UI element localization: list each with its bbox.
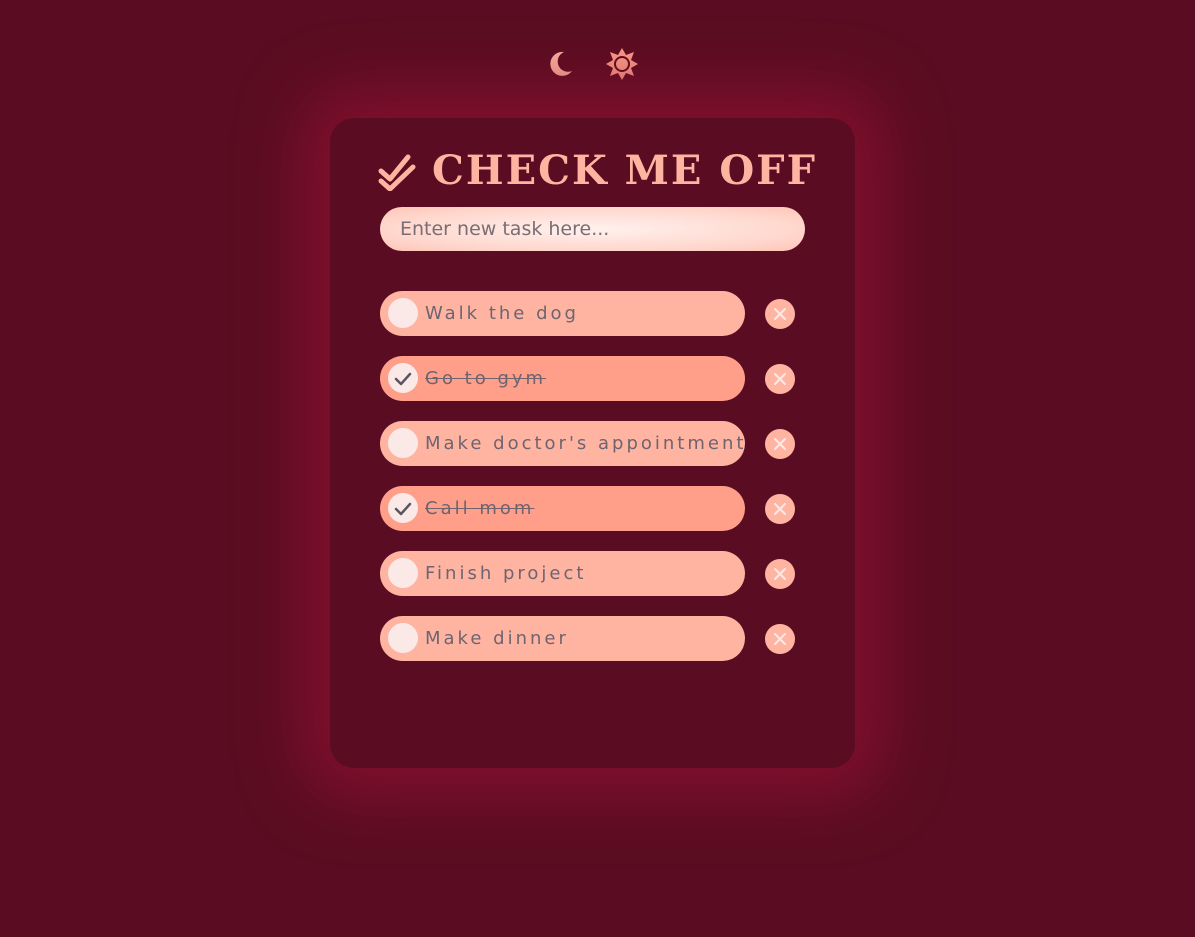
sun-icon <box>606 48 638 80</box>
delete-task-button[interactable] <box>765 494 795 524</box>
task-item: Go to gym <box>380 356 800 401</box>
app-page: CHECK ME OFF Walk the dog Go to gym Make d… <box>0 0 1195 937</box>
task-item: Call mom <box>380 486 800 531</box>
delete-task-button[interactable] <box>765 299 795 329</box>
task-toggle[interactable]: Go to gym <box>380 356 745 401</box>
task-item: Make dinner <box>380 616 800 661</box>
delete-task-button[interactable] <box>765 559 795 589</box>
close-icon <box>774 568 786 580</box>
moon-icon <box>550 51 572 76</box>
new-task-input[interactable] <box>380 207 805 251</box>
task-checkbox[interactable] <box>388 298 418 328</box>
task-toggle[interactable]: Call mom <box>380 486 745 531</box>
close-icon <box>774 503 786 515</box>
task-label: Make dinner <box>425 628 569 649</box>
task-toggle[interactable]: Walk the dog <box>380 291 745 336</box>
task-checkbox[interactable] <box>388 363 418 393</box>
close-icon <box>774 633 786 645</box>
task-item: Walk the dog <box>380 291 800 336</box>
task-label: Call mom <box>425 498 535 519</box>
task-item: Make doctor's appointment <box>380 421 800 466</box>
close-icon <box>774 373 786 385</box>
check-icon <box>394 372 412 386</box>
app-header: CHECK ME OFF <box>378 146 817 196</box>
task-item: Finish project <box>380 551 800 596</box>
delete-task-button[interactable] <box>765 429 795 459</box>
task-label: Walk the dog <box>425 303 579 324</box>
close-icon <box>774 308 786 320</box>
todo-card: CHECK ME OFF Walk the dog Go to gym Make d… <box>330 118 855 768</box>
task-checkbox[interactable] <box>388 493 418 523</box>
dark-mode-button[interactable] <box>542 46 578 82</box>
task-toggle[interactable]: Finish project <box>380 551 745 596</box>
close-icon <box>774 438 786 450</box>
task-checkbox[interactable] <box>388 428 418 458</box>
task-toggle[interactable]: Make doctor's appointment <box>380 421 745 466</box>
theme-toggle <box>540 46 650 84</box>
app-title: CHECK ME OFF <box>432 147 817 194</box>
double-check-icon <box>378 154 416 191</box>
task-toggle[interactable]: Make dinner <box>380 616 745 661</box>
delete-task-button[interactable] <box>765 624 795 654</box>
task-label: Finish project <box>425 563 587 584</box>
check-icon <box>394 502 412 516</box>
task-checkbox[interactable] <box>388 623 418 653</box>
task-label: Go to gym <box>425 368 547 389</box>
task-label: Make doctor's appointment <box>425 433 747 454</box>
task-list: Walk the dog Go to gym Make doctor's appoi… <box>380 291 800 681</box>
delete-task-button[interactable] <box>765 364 795 394</box>
task-checkbox[interactable] <box>388 558 418 588</box>
light-mode-button[interactable] <box>604 46 640 82</box>
